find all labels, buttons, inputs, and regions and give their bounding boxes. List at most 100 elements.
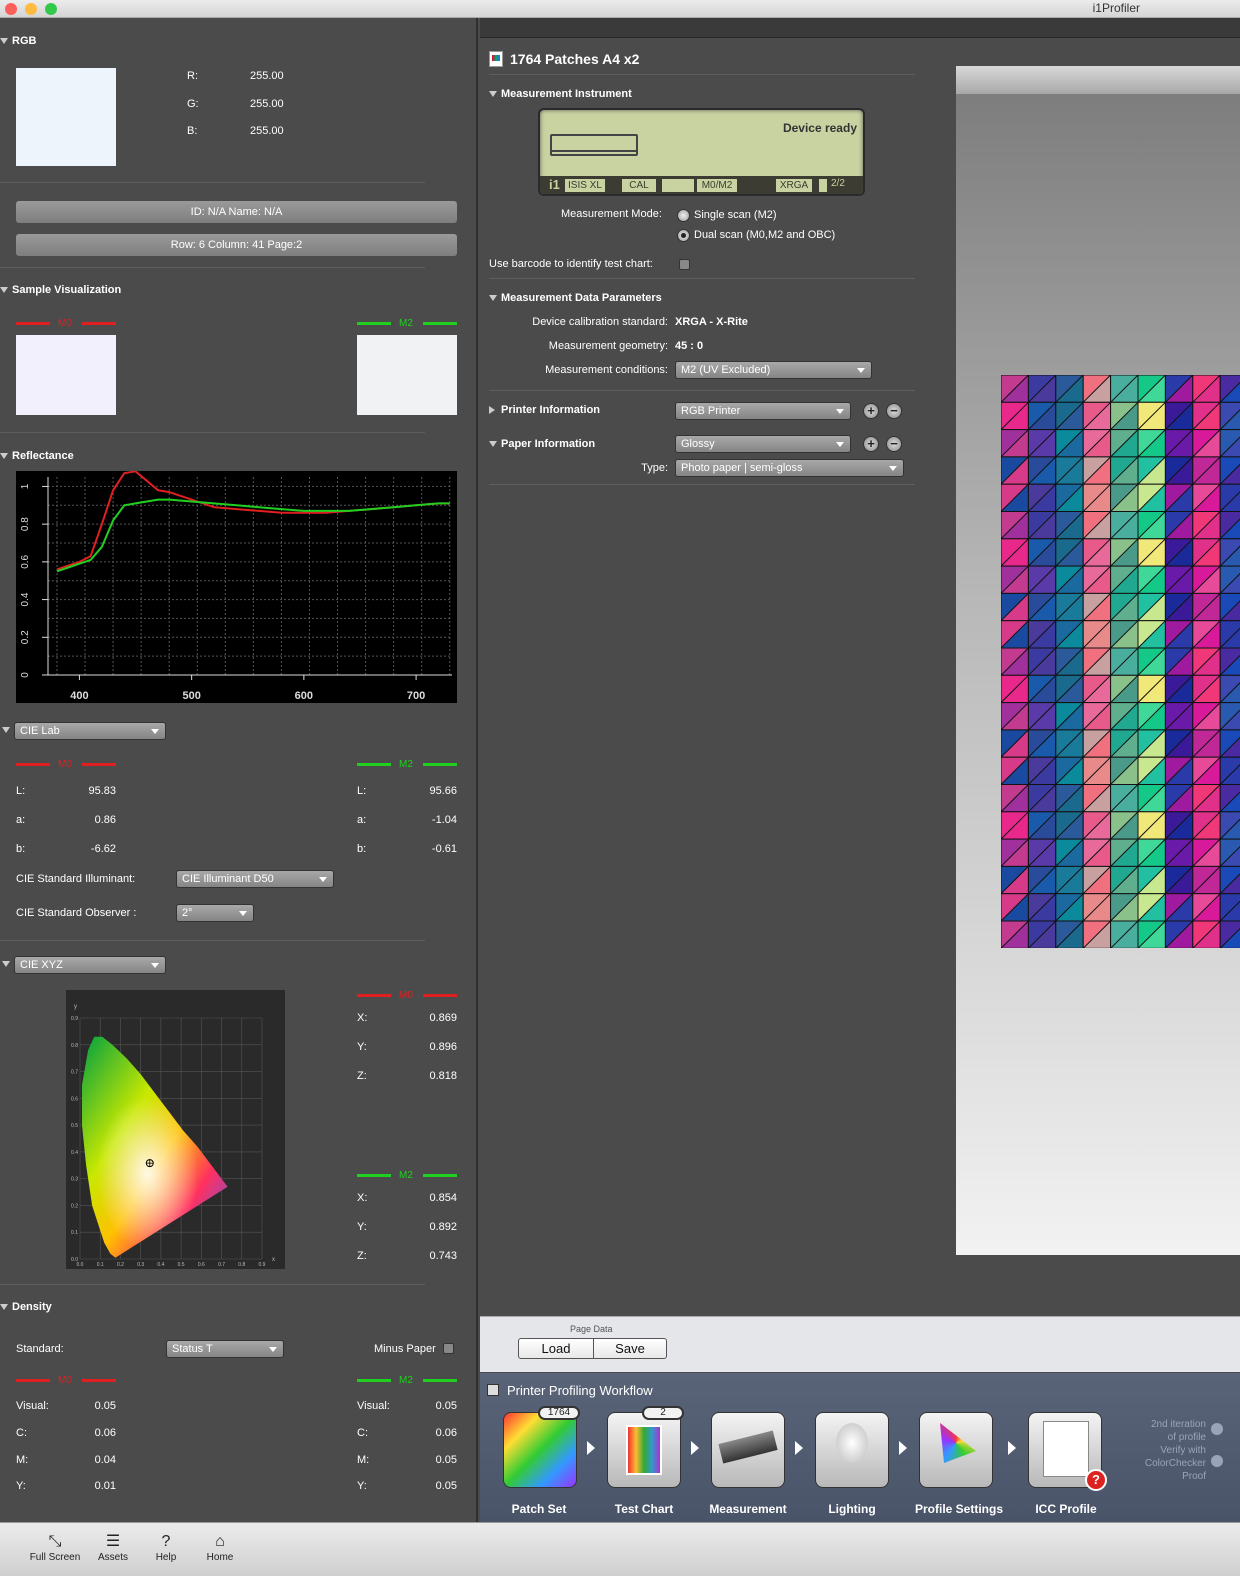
params-section-header[interactable]: Measurement Data Parameters (489, 292, 662, 304)
remove-paper-button[interactable]: − (886, 436, 902, 452)
chevron-down-icon (319, 877, 327, 882)
arrow-right-icon (587, 1441, 595, 1455)
chart-preview-header (956, 66, 1240, 94)
disclosure-triangle-icon (0, 38, 8, 45)
barcode-checkbox[interactable] (679, 259, 690, 270)
paper-type-label: Type: (641, 462, 668, 474)
barcode-label: Use barcode to identify test chart: (489, 258, 653, 270)
remove-printer-button[interactable]: − (886, 403, 902, 419)
m0-sample-swatch (16, 335, 116, 415)
zoom-window-button[interactable] (45, 3, 57, 15)
reflectance-section-header[interactable]: Reflectance (0, 450, 74, 462)
r-label: R: (187, 70, 198, 82)
patch-set-step[interactable] (503, 1412, 577, 1488)
save-button[interactable]: Save (593, 1338, 667, 1359)
disclosure-triangle-icon (489, 295, 497, 302)
m2-legend: M2 (357, 1170, 457, 1182)
chevron-down-icon (889, 466, 897, 471)
verify-proof-icon[interactable] (1211, 1455, 1223, 1467)
load-button[interactable]: Load (518, 1338, 594, 1359)
rgb-section-header[interactable]: RGB (0, 35, 36, 47)
printer-section-header[interactable]: Printer Information (501, 404, 600, 416)
y-tick-label: 0.9 (71, 1016, 78, 1022)
m0-c-value: 0.06 (94, 1427, 116, 1439)
minus-paper-checkbox[interactable] (443, 1343, 454, 1354)
m2-a-label: a: (357, 814, 367, 826)
conditions-dropdown[interactable]: M2 (UV Excluded) (675, 361, 872, 379)
close-window-button[interactable] (5, 3, 17, 15)
workflow-title: Printer Profiling Workflow (507, 1383, 653, 1398)
left-panel: RGB R: 255.00 G: 255.00 B: 255.00 ID: N/… (0, 18, 478, 1522)
home-button[interactable]: ⌂ Home (198, 1532, 242, 1563)
density-standard-label: Standard: (16, 1343, 64, 1355)
full-screen-button[interactable]: ⤡ Full Screen (24, 1532, 86, 1563)
illuminant-label: CIE Standard Illuminant: (16, 873, 136, 885)
minus-paper-label: Minus Paper (374, 1343, 436, 1355)
m2-l-label: L: (357, 785, 367, 797)
dual-scan-radio[interactable] (677, 229, 690, 242)
y-tick-label: 0.5 (71, 1123, 78, 1129)
rgb-swatch (16, 68, 116, 166)
paper-section-header[interactable]: Paper Information (489, 438, 595, 450)
density-section-header[interactable]: Density (0, 1301, 52, 1313)
color-space-dropdown[interactable]: CIE Lab (14, 722, 166, 740)
illuminant-dropdown[interactable]: CIE Illuminant D50 (176, 870, 334, 888)
disclosure-triangle-icon[interactable] (2, 961, 10, 967)
toolbar-stripe (480, 18, 1240, 38)
geometry-label: Measurement geometry: (548, 340, 668, 352)
sample-section-header[interactable]: Sample Visualization (0, 284, 121, 296)
minimize-window-button[interactable] (25, 3, 37, 15)
m2-legend: M2 (357, 759, 457, 771)
paper-dropdown[interactable]: Glossy (675, 435, 851, 453)
xyz-space-dropdown[interactable]: CIE XYZ (14, 956, 166, 974)
arrow-right-icon (1008, 1441, 1016, 1455)
verify-note[interactable]: 2nd iteration of profile Verify with ColorC… (1118, 1418, 1206, 1483)
observer-dropdown[interactable]: 2° (176, 904, 254, 922)
patch-set-label: Patch Set (511, 1502, 567, 1516)
profile-settings-step[interactable] (919, 1412, 993, 1488)
y-tick-label: 0.1 (71, 1230, 78, 1236)
help-button[interactable]: ? Help (146, 1532, 186, 1563)
disclosure-triangle-icon[interactable] (2, 727, 10, 733)
patch-grid[interactable] (1001, 375, 1240, 948)
test-chart-step[interactable] (607, 1412, 681, 1488)
m2-legend: M2 (357, 1375, 457, 1387)
measurement-step[interactable] (711, 1412, 785, 1488)
single-scan-label: Single scan (M2) (694, 209, 777, 221)
tag-page: 2/2 (831, 178, 845, 189)
disclosure-triangle-icon (489, 91, 497, 98)
paper-type-dropdown[interactable]: Photo paper | semi-gloss (675, 459, 904, 477)
x-tick-label: 0.6 (198, 1262, 205, 1268)
disclosure-triangle-icon[interactable] (489, 406, 495, 414)
m2-z-label: Z: (357, 1250, 367, 1262)
g-value: 255.00 (250, 98, 284, 110)
x-tick-label: 500 (182, 690, 200, 702)
m2-y-label: Y: (357, 1221, 367, 1233)
single-scan-radio[interactable] (677, 209, 690, 222)
verify-profile-icon[interactable] (1211, 1423, 1223, 1435)
y-tick-label: 0.2 (71, 1203, 78, 1209)
x-tick-label: 0.5 (178, 1262, 185, 1268)
m0-b-label: b: (16, 843, 26, 855)
patch-count-badge: 1764 (538, 1406, 580, 1420)
m2-visual-value: 0.05 (435, 1400, 457, 1412)
warning-icon: ? (1085, 1469, 1107, 1491)
arrow-right-icon (691, 1441, 699, 1455)
disclosure-triangle-icon (0, 1304, 8, 1311)
m0-b-value: -6.62 (90, 843, 116, 855)
density-standard-dropdown[interactable]: Status T (166, 1340, 284, 1358)
m2-y-value: 0.05 (435, 1480, 457, 1492)
divider (0, 182, 425, 183)
add-printer-button[interactable]: + (863, 403, 879, 419)
page-data-panel: Page Data Load Save (480, 1316, 1240, 1372)
chevron-down-icon (151, 729, 159, 734)
y-tick-label: 0.4 (71, 1150, 78, 1156)
lighting-step[interactable] (815, 1412, 889, 1488)
add-paper-button[interactable]: + (863, 436, 879, 452)
assets-button[interactable]: ☰ Assets (90, 1532, 136, 1563)
instrument-section-header[interactable]: Measurement Instrument (489, 88, 632, 100)
m2-y-label: Y: (357, 1480, 367, 1492)
m0-l-label: L: (16, 785, 26, 797)
printer-dropdown[interactable]: RGB Printer (675, 402, 851, 420)
m0-y-label: Y: (16, 1480, 26, 1492)
